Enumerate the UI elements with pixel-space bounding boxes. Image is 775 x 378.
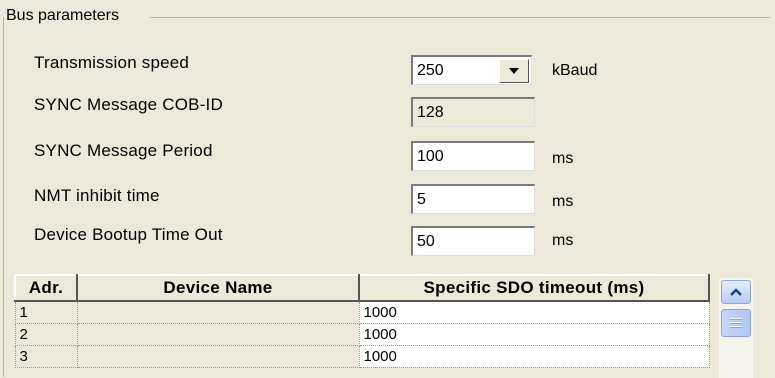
bootup-timeout-unit: ms [552, 232, 574, 249]
grip-line [730, 326, 742, 328]
group-box-border [150, 17, 770, 18]
nmt-inhibit-label: NMT inhibit time [34, 186, 160, 205]
column-header-sdo-timeout[interactable]: Specific SDO timeout (ms) [358, 274, 710, 302]
column-header-device-name[interactable]: Device Name [76, 274, 360, 302]
scroll-up-button[interactable] [721, 280, 751, 304]
cell-adr: 2 [14, 322, 78, 346]
scroll-thumb[interactable] [721, 309, 751, 337]
nmt-inhibit-field[interactable]: 5 [411, 184, 535, 214]
bootup-timeout-field[interactable]: 50 [411, 226, 535, 256]
grip-icon [730, 318, 742, 320]
sync-cob-id-field: 128 [411, 97, 535, 127]
cell-device-name[interactable] [76, 300, 360, 324]
transmission-speed-value: 250 [417, 62, 444, 79]
transmission-speed-label: Transmission speed [34, 53, 190, 72]
nmt-inhibit-unit: ms [552, 193, 574, 210]
chevron-down-icon [509, 68, 519, 74]
transmission-speed-select[interactable]: 250 [411, 55, 532, 85]
sync-period-field[interactable]: 100 [411, 141, 535, 171]
cell-device-name[interactable] [76, 322, 360, 346]
transmission-speed-unit: kBaud [552, 62, 598, 79]
cell-adr: 3 [14, 344, 78, 368]
cell-sdo-timeout[interactable]: 1000 [358, 344, 710, 368]
cell-adr: 1 [14, 300, 78, 324]
group-box-border-left [3, 17, 4, 377]
table-row[interactable]: 1 1000 [14, 300, 710, 324]
table-row[interactable]: 3 1000 [14, 344, 710, 368]
dropdown-button[interactable] [499, 59, 529, 83]
chevron-up-icon [730, 288, 742, 296]
group-title: Bus parameters [6, 7, 123, 25]
sync-cob-id-label: SYNC Message COB-ID [34, 95, 223, 114]
column-header-adr[interactable]: Adr. [14, 274, 78, 302]
table-row[interactable]: 2 1000 [14, 322, 710, 346]
cell-sdo-timeout[interactable]: 1000 [358, 322, 710, 346]
sync-period-unit: ms [552, 150, 574, 167]
cell-device-name[interactable] [76, 344, 360, 368]
grip-line [730, 322, 742, 324]
bootup-timeout-label: Device Bootup Time Out [34, 225, 223, 244]
sync-period-label: SYNC Message Period [34, 141, 213, 160]
cell-sdo-timeout[interactable]: 1000 [358, 300, 710, 324]
device-table: Adr. Device Name Specific SDO timeout (m… [14, 274, 710, 368]
